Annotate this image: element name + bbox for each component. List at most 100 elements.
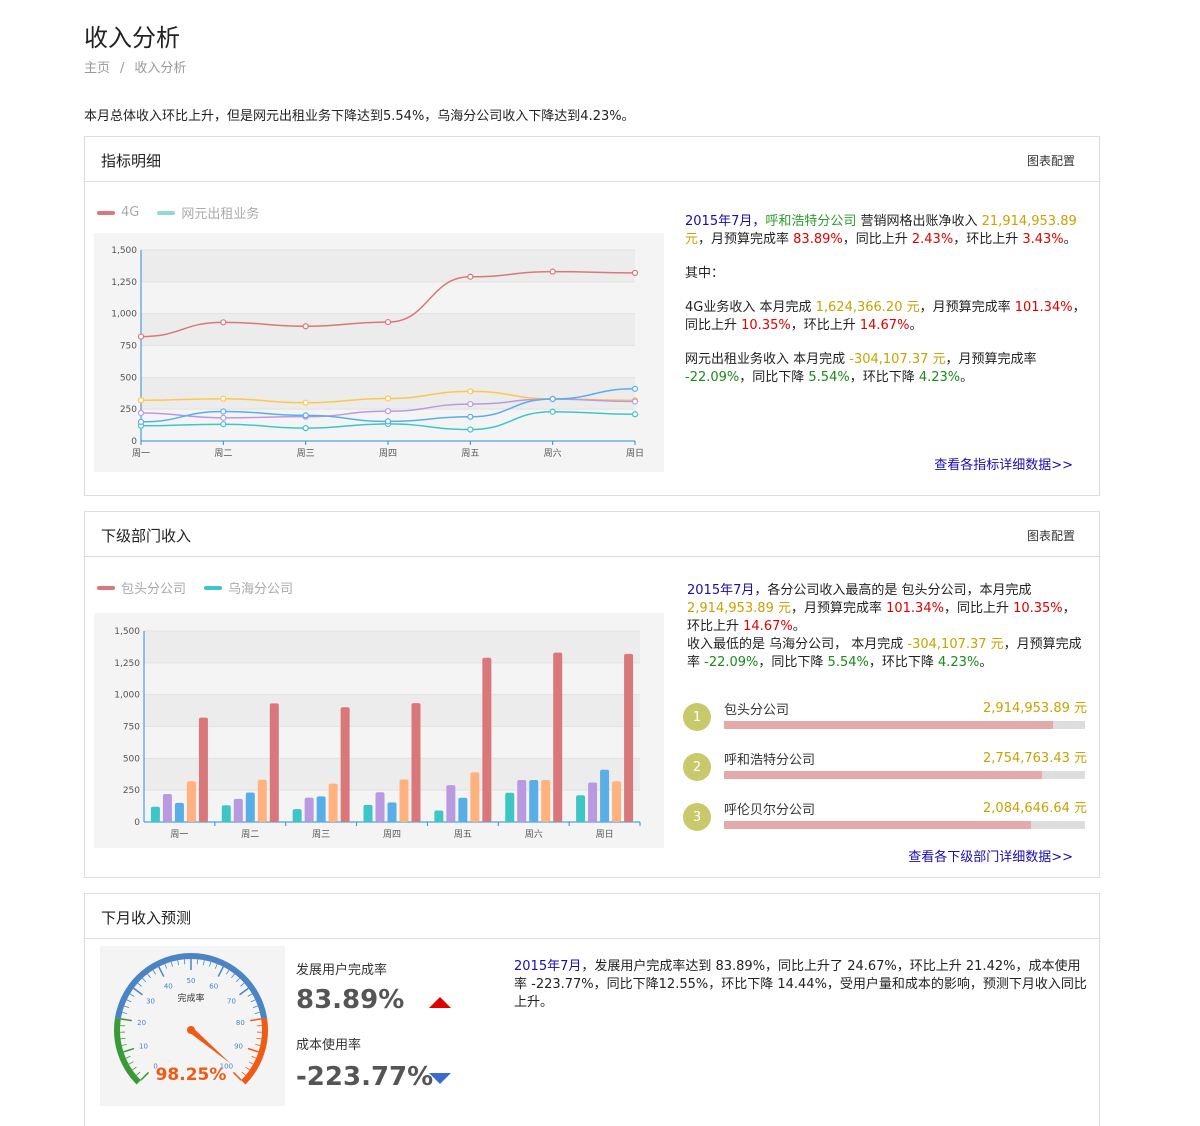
bar (517, 779, 527, 822)
legend-item-4g[interactable]: 4G (97, 203, 139, 222)
chart-band (144, 631, 640, 663)
gauge-tick (202, 960, 205, 966)
gauge-tick (129, 993, 135, 997)
x-tick-label: 周日 (596, 829, 614, 840)
y-tick-label: 0 (131, 437, 137, 447)
department-info: 2015年7月，各分公司收入最高的是 包头分公司，本月完成 2,914,953.… (687, 582, 1087, 672)
data-point (137, 333, 145, 340)
bar (221, 805, 231, 822)
info-text: 4G业务收入 本月完成 (685, 300, 816, 315)
gauge-tick (250, 999, 256, 1003)
info-text: 网元出租业务收入 本月完成 (685, 352, 850, 367)
panel-title: 指标明细 (101, 152, 162, 170)
breadcrumb-home[interactable]: 主页 (84, 61, 110, 76)
rank-value: 2,754,763.43 元 (983, 751, 1087, 766)
trend-down-icon (429, 1073, 451, 1084)
indicator-detail-link[interactable]: 查看各指标详细数据>> (934, 454, 1073, 473)
data-point (384, 408, 392, 415)
bar (446, 785, 456, 822)
info-amount: -304,107.37 元 (849, 352, 946, 367)
bar (292, 809, 302, 822)
data-point (137, 418, 145, 425)
info-amount: 2,914,953.89 元 (687, 601, 791, 616)
rank-progress-fill (724, 821, 1031, 829)
chart-legend: 包头分公司 乌海分公司 (97, 578, 293, 597)
kpi-label-user-completion: 发展用户完成率 (296, 963, 388, 978)
info-yoy: 5.54% (827, 655, 869, 670)
info-paragraph-highest: 2015年7月，各分公司收入最高的是 包头分公司，本月完成 2,914,953.… (687, 582, 1087, 636)
x-tick-label: 周六 (544, 447, 562, 459)
info-rate: 101.34% (886, 601, 944, 616)
legend-item-baotou[interactable]: 包头分公司 (97, 578, 186, 597)
info-text: ，环比下降 (849, 370, 919, 385)
gauge-tick (250, 1018, 262, 1022)
panel-title: 下月收入预测 (101, 909, 192, 927)
gauge-tick (232, 1071, 242, 1081)
info-text: ，发展用户完成率达到 83.89%，同比上升了 24.67%，环比上升 21.4… (514, 959, 1087, 1010)
gauge-tick-label: 70 (227, 998, 236, 1006)
info-text: ，同比上升 (842, 232, 912, 247)
kpi-value-cost-usage: -223.77% (296, 1062, 434, 1092)
gauge-tick (128, 1061, 134, 1065)
info-text: 收入最低的是 乌海分公司， 本月完成 (687, 637, 908, 652)
info-mom: 4.23% (918, 370, 961, 385)
bar (612, 781, 622, 822)
x-tick-label: 周三 (297, 448, 315, 459)
legend-item-network-rental[interactable]: 网元出租业务 (157, 203, 259, 222)
gauge-tick (124, 1005, 130, 1009)
gauge-title: 完成率 (177, 992, 204, 1004)
bar (375, 792, 385, 822)
info-text: ，月预算完成率 (945, 352, 1037, 367)
info-yoy: 5.54% (808, 370, 850, 385)
panel-header: 下月收入预测 (85, 894, 1099, 939)
legend-label: 4G (121, 205, 140, 220)
x-tick-label: 周二 (214, 448, 232, 459)
info-mom: 14.67% (743, 619, 793, 634)
gauge-tick (239, 987, 249, 996)
legend-item-wuhai[interactable]: 乌海分公司 (204, 578, 293, 597)
x-tick-label: 周五 (461, 448, 479, 459)
gauge-tick (137, 982, 142, 987)
department-detail-link[interactable]: 查看各下级部门详细数据>> (908, 846, 1073, 865)
gauge-value: 98.25% (156, 1065, 227, 1085)
info-paragraph-4g: 4G业务收入 本月完成 1,624,366.20 元，月预算完成率 101.34… (685, 299, 1087, 335)
gauge-tick (252, 1005, 258, 1009)
info-text: 各分公司收入最高的是 包头分公司，本月完成 (767, 583, 1032, 598)
gauge-tick (241, 1071, 246, 1076)
data-point (220, 414, 227, 421)
bar (269, 703, 279, 822)
y-tick-label: 1,000 (111, 310, 137, 320)
chart-config-button[interactable]: 图表配置 (1027, 152, 1075, 169)
gauge-tick-label: 80 (236, 1019, 245, 1027)
bar (304, 797, 314, 822)
info-company: 呼和浩特分公司 (765, 214, 857, 229)
gauge-tick (147, 973, 151, 979)
data-point (384, 395, 392, 402)
data-point (384, 318, 392, 326)
info-text: 。 (960, 370, 974, 385)
page-title: 收入分析 (84, 24, 180, 52)
gauge-tick (256, 1037, 262, 1040)
chart-band (141, 313, 635, 346)
gauge-tick (132, 1066, 137, 1071)
bar (553, 652, 563, 822)
data-point (549, 268, 556, 275)
gauge-tick (140, 1071, 150, 1081)
y-tick-label: 750 (123, 723, 140, 733)
data-point (631, 385, 639, 392)
gauge-tick (164, 963, 168, 969)
data-point (467, 413, 474, 420)
rank-value: 2,914,953.89 元 (983, 701, 1087, 716)
chart-band (141, 250, 635, 282)
chart-config-button[interactable]: 图表配置 (1027, 527, 1075, 544)
gauge-tick (122, 1011, 128, 1014)
gauge-tick (240, 982, 245, 987)
info-amount: -304,107.37 元 (907, 637, 1004, 652)
breadcrumb-separator: / (120, 61, 125, 76)
gauge-tick (247, 1047, 259, 1053)
info-text: 。 (909, 318, 923, 333)
info-period: 2015年7月， (687, 583, 768, 598)
bar (600, 769, 610, 822)
info-text: ，环比下降 (868, 655, 938, 670)
bar (198, 717, 208, 822)
